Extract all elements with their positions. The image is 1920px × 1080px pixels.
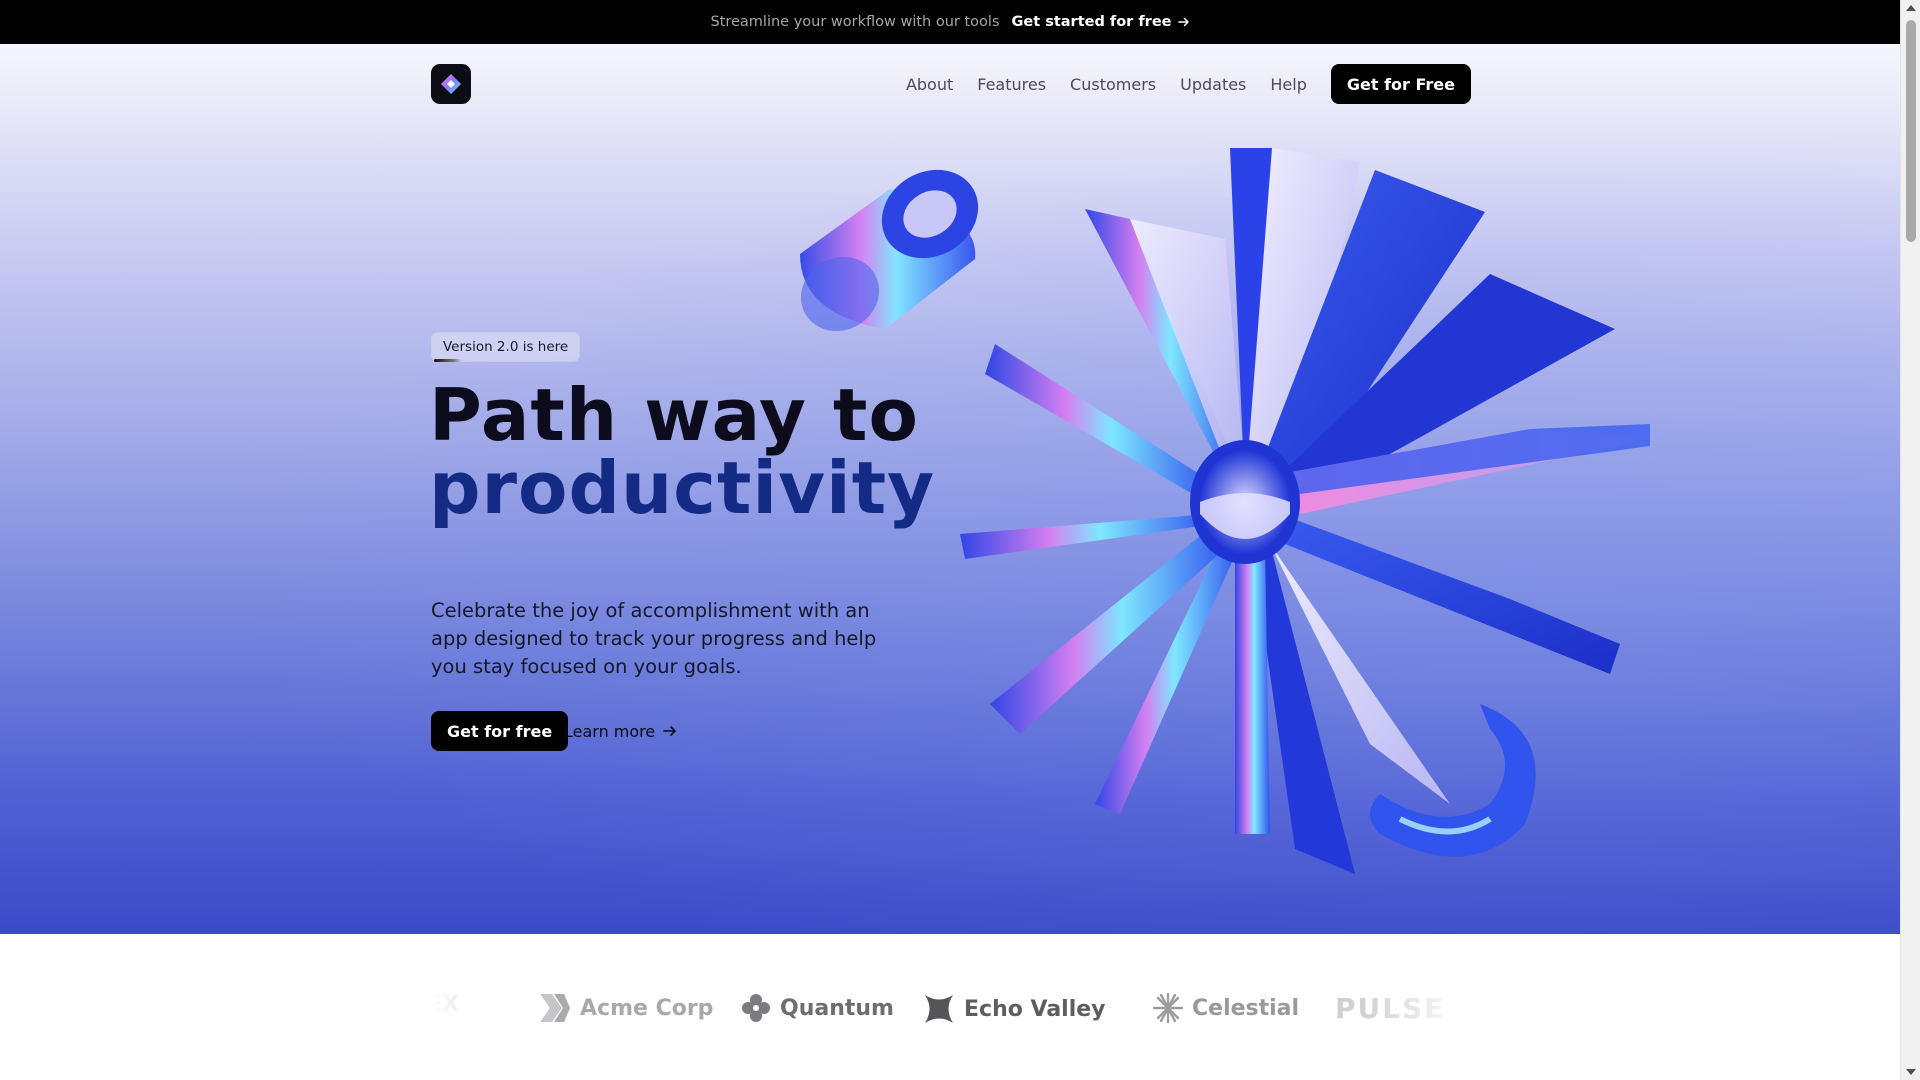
logo-echo-valley: Echo Valley: [922, 992, 1106, 1026]
logo-pulse: PULSE: [1335, 992, 1445, 1025]
page: Streamline your workflow with our tools …: [0, 0, 1900, 1080]
nav-link-features[interactable]: Features: [977, 75, 1046, 94]
logo-acme-corp-text: Acme Corp: [580, 995, 714, 1021]
logo-apex: PEX: [431, 992, 459, 1017]
scroll-up-arrow-icon[interactable]: [1906, 5, 1916, 11]
get-for-free-button[interactable]: Get for free: [431, 711, 569, 751]
echo-valley-x-icon: [925, 995, 953, 1023]
nav-link-about[interactable]: About: [906, 75, 953, 94]
get-started-link[interactable]: Get started for free: [1012, 14, 1190, 30]
nav-links: About Features Customers Updates Help: [906, 75, 1307, 94]
hero-section: About Features Customers Updates Help Ge…: [0, 44, 1900, 934]
vertical-scrollbar[interactable]: [1900, 0, 1920, 1080]
main-nav: About Features Customers Updates Help Ge…: [431, 64, 1471, 104]
get-started-label: Get started for free: [1011, 14, 1172, 30]
logo-celestial: Celestial: [1152, 992, 1299, 1024]
arrow-right-icon: [663, 726, 677, 736]
learn-more-label: Learn more: [564, 721, 656, 741]
acme-chevrons-icon: [540, 994, 570, 1022]
logo-echo-valley-text: Echo Valley: [964, 996, 1106, 1022]
hero-headline: Path way to productivity: [429, 379, 935, 525]
headline-line-1: Path way to: [429, 373, 919, 457]
logo-quantum: Quantum: [740, 992, 894, 1024]
hero-3d-illustration: [800, 148, 1650, 874]
headline-line-2: productivity: [429, 446, 936, 530]
logo-acme-corp: Acme Corp: [538, 992, 713, 1024]
nav-get-for-free-button[interactable]: Get for Free: [1330, 64, 1471, 104]
brand-logo[interactable]: [431, 64, 471, 104]
customer-logos-section: PEX Acme Corp Quantum Echo Valley Celest…: [0, 934, 1900, 1080]
announcement-bar: Streamline your workflow with our tools …: [0, 0, 1900, 44]
announcement-text: Streamline your workflow with our tools: [710, 14, 1000, 30]
logo-pulse-text: PULSE: [1335, 992, 1446, 1025]
starburst-shape: [960, 148, 1650, 874]
arrow-right-icon: [1177, 17, 1189, 27]
scrollbar-thumb[interactable]: [1906, 20, 1916, 242]
logo-marquee: PEX Acme Corp Quantum Echo Valley Celest…: [431, 982, 1471, 1032]
logo-celestial-text: Celestial: [1192, 995, 1300, 1021]
quantum-clover-icon: [742, 994, 770, 1022]
learn-more-link[interactable]: Learn more: [564, 711, 677, 751]
version-badge[interactable]: Version 2.0 is here: [431, 332, 581, 362]
diamond-logo-icon: [441, 74, 461, 94]
celestial-asterisk-icon: [1152, 992, 1184, 1024]
nav-link-customers[interactable]: Customers: [1070, 75, 1156, 94]
hero-subtitle: Celebrate the joy of accomplishment with…: [431, 599, 877, 678]
nav-link-updates[interactable]: Updates: [1180, 75, 1246, 94]
logo-apex-text: PEX: [431, 992, 460, 1017]
cylinder-shape: [800, 169, 979, 332]
scroll-down-arrow-icon[interactable]: [1906, 1069, 1916, 1075]
nav-link-help[interactable]: Help: [1270, 75, 1306, 94]
logo-quantum-text: Quantum: [780, 995, 894, 1021]
